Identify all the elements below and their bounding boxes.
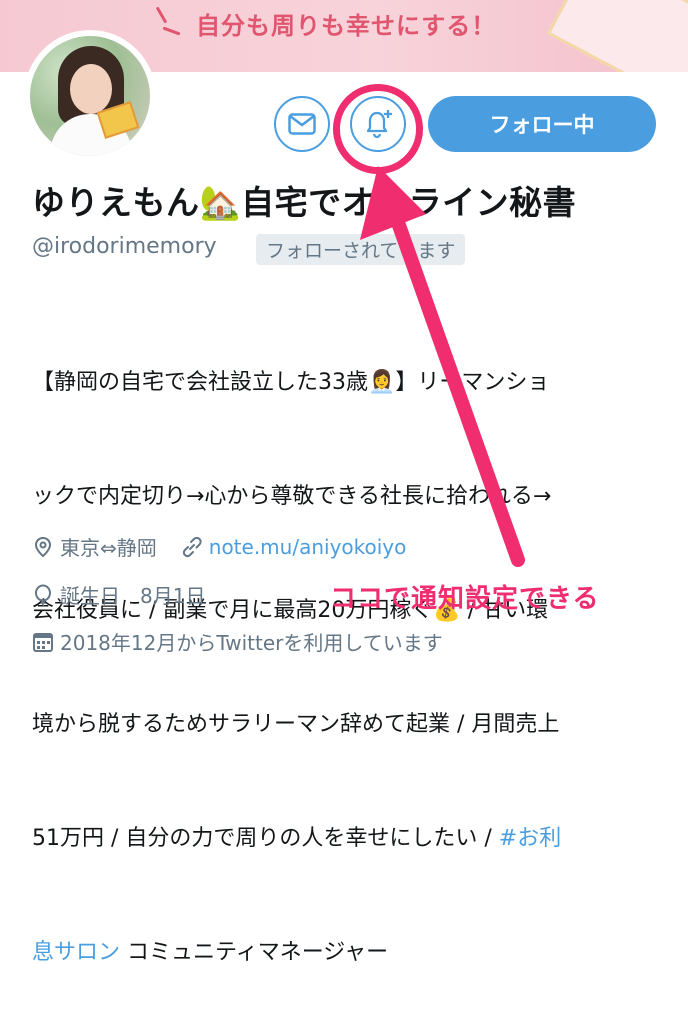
message-button[interactable] xyxy=(274,96,330,152)
bio-line: 51万円 / 自分の力で周りの人を幸せにしたい / #お利 xyxy=(32,820,662,858)
joined-text: 2018年12月からTwitterを利用しています xyxy=(60,631,443,655)
hashtag-link[interactable]: #お利 xyxy=(499,826,561,851)
link-icon xyxy=(182,536,202,557)
bio-text: 51万円 / 自分の力で周りの人を幸せにしたい / xyxy=(32,826,499,851)
bio-text: コミュニティマネージャー xyxy=(120,940,389,965)
avatar[interactable] xyxy=(24,30,156,162)
banner-decoration xyxy=(162,26,181,36)
location-row: 東京⇔静岡 note.mu/aniyokoiyo xyxy=(32,532,406,561)
banner-text: 自分も周りも幸せにする！ xyxy=(196,12,497,40)
banner-decoration xyxy=(155,6,168,24)
location-pin-icon xyxy=(34,536,52,557)
following-button[interactable]: フォロー中 xyxy=(428,96,656,152)
hashtag-link[interactable]: 息サロン xyxy=(32,940,120,965)
birthday-value: 8月1日 xyxy=(140,584,206,608)
bio-line: 境から脱するためサラリーマン辞めて起業 / 月間売上 xyxy=(32,712,560,737)
bio-line: 【静岡の自宅で会社設立した33歳👩‍💼】リーマンショ xyxy=(32,370,550,395)
mail-icon xyxy=(288,113,316,135)
joined-row: 2018年12月からTwitterを利用しています xyxy=(32,627,443,656)
handle: @irodorimemory xyxy=(32,234,217,259)
bio-line: 息サロン コミュニティマネージャー xyxy=(32,934,662,972)
annotation-text: ココで通知設定できる xyxy=(330,584,600,614)
banner-paper-image xyxy=(546,0,688,72)
balloon-icon xyxy=(35,584,51,606)
location-text: 東京⇔静岡 xyxy=(60,536,157,560)
bio-line: ックで内定切り→心から尊敬できる社長に拾われる→ xyxy=(32,484,552,509)
birthday-row: 誕生日 8月1日 xyxy=(32,580,205,609)
birthday-label: 誕生日 xyxy=(60,584,120,608)
calendar-icon xyxy=(33,632,53,652)
annotation-arrow xyxy=(360,166,525,567)
